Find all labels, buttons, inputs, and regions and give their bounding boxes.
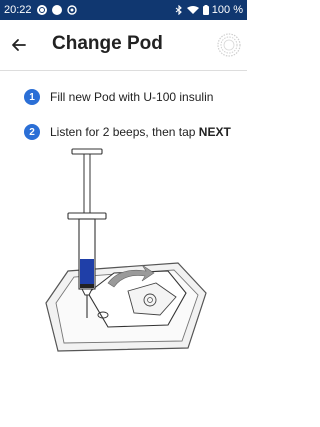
instruction-steps: 1 Fill new Pod with U-100 insulin 2 List… bbox=[0, 84, 247, 145]
bluetooth-icon bbox=[175, 5, 182, 15]
header-divider bbox=[0, 70, 247, 71]
notification-dot-icon bbox=[51, 5, 62, 15]
syringe-plunger-top bbox=[71, 148, 103, 155]
next-emphasis: NEXT bbox=[198, 125, 231, 139]
status-bar: 20:22 100 % bbox=[0, 0, 247, 20]
status-time: 20:22 bbox=[4, 4, 32, 16]
app-header: Change Pod bbox=[0, 20, 247, 70]
status-left-group: 20:22 bbox=[4, 4, 77, 16]
battery-level: 100 % bbox=[211, 4, 243, 16]
sync-icon bbox=[66, 5, 77, 15]
arrow-left-icon bbox=[12, 39, 26, 51]
status-right-group: 100 % bbox=[175, 4, 243, 16]
step-1: 1 Fill new Pod with U-100 insulin bbox=[0, 84, 247, 110]
step-text-main: Listen for 2 beeps, then tap bbox=[50, 125, 199, 139]
page-title: Change Pod bbox=[52, 33, 163, 54]
battery-icon bbox=[202, 5, 209, 15]
syringe-plunger-rod bbox=[83, 153, 91, 215]
step-number: 2 bbox=[24, 124, 40, 140]
wifi-icon bbox=[186, 6, 199, 14]
syringe-flange bbox=[67, 212, 107, 220]
syringe-insulin bbox=[80, 259, 94, 284]
step-2: 2 Listen for 2 beeps, then tap NEXT bbox=[0, 119, 247, 145]
notification-ring-icon bbox=[36, 5, 47, 15]
step-text: Fill new Pod with U-100 insulin bbox=[50, 90, 214, 104]
pod-status-ring-icon[interactable] bbox=[216, 32, 242, 58]
step-number: 1 bbox=[24, 89, 40, 105]
step-text: Listen for 2 beeps, then tap NEXT bbox=[50, 125, 231, 139]
syringe-stopper bbox=[80, 284, 94, 288]
back-button[interactable] bbox=[6, 32, 32, 58]
syringe-filling-pod-illustration bbox=[45, 148, 207, 352]
